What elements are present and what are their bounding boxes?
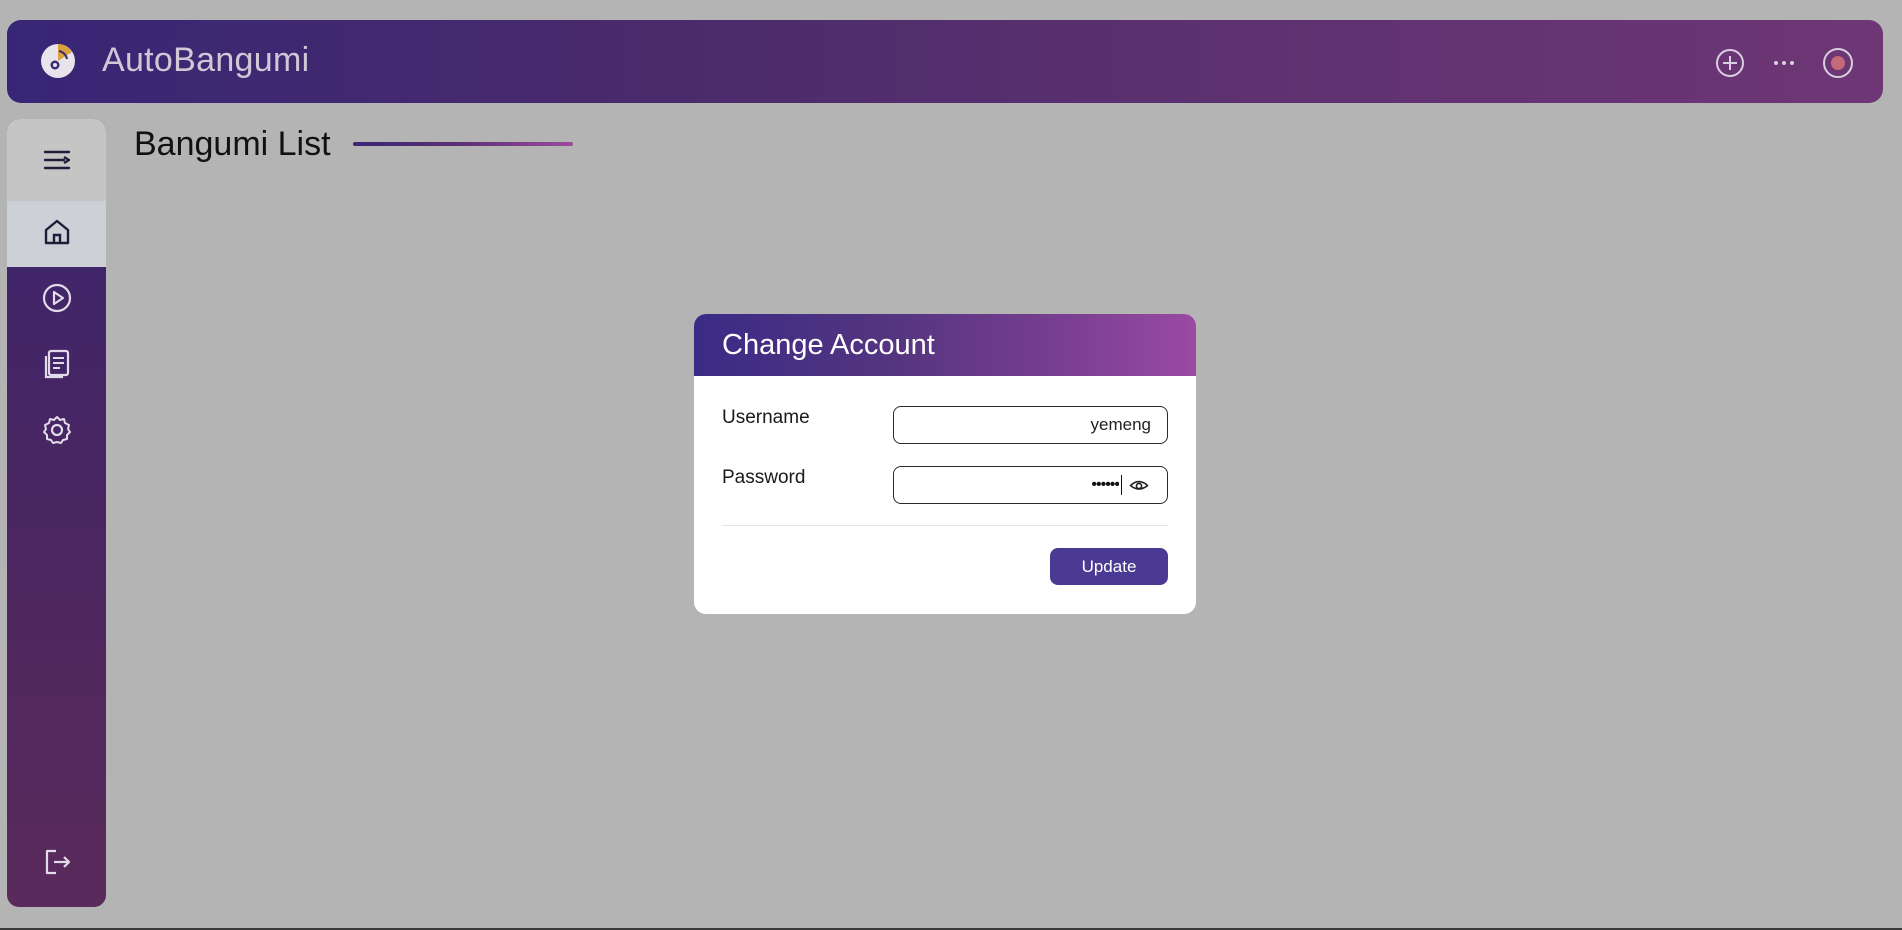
username-label: Username <box>722 407 810 428</box>
add-icon[interactable] <box>1713 46 1747 80</box>
text-caret <box>1120 475 1122 495</box>
password-row: Password <box>722 466 1168 506</box>
menu-fold-icon[interactable] <box>7 119 106 201</box>
logout-icon <box>42 847 72 882</box>
username-input[interactable] <box>893 406 1168 444</box>
more-icon[interactable] <box>1767 46 1801 80</box>
username-row: Username <box>722 406 1168 446</box>
play-icon <box>41 282 73 319</box>
page-title: Bangumi List <box>134 125 331 163</box>
home-icon <box>42 217 72 252</box>
change-account-dialog: Change Account Username Password Update <box>694 314 1196 614</box>
dialog-title: Change Account <box>722 328 935 361</box>
dialog-header: Change Account <box>694 314 1196 376</box>
logout-button[interactable] <box>7 841 106 887</box>
password-input[interactable] <box>921 467 1121 502</box>
status-icon[interactable] <box>1821 46 1855 80</box>
autobangumi-logo-icon <box>39 42 77 80</box>
sidebar-item-player[interactable] <box>7 267 106 333</box>
settings-icon <box>41 414 73 451</box>
eye-icon[interactable] <box>1129 477 1149 493</box>
dialog-divider <box>722 525 1168 526</box>
sidebar-item-settings[interactable] <box>7 399 106 465</box>
log-icon <box>42 348 72 385</box>
password-label: Password <box>722 467 806 488</box>
top-bar: AutoBangumi <box>7 20 1883 103</box>
top-actions <box>1713 46 1855 80</box>
password-field[interactable] <box>893 466 1168 504</box>
sidebar-item-log[interactable] <box>7 333 106 399</box>
update-button[interactable]: Update <box>1050 548 1168 585</box>
sidebar <box>7 119 106 907</box>
title-underline <box>353 142 573 146</box>
sidebar-item-home[interactable] <box>7 201 106 267</box>
app-title: AutoBangumi <box>102 41 310 79</box>
